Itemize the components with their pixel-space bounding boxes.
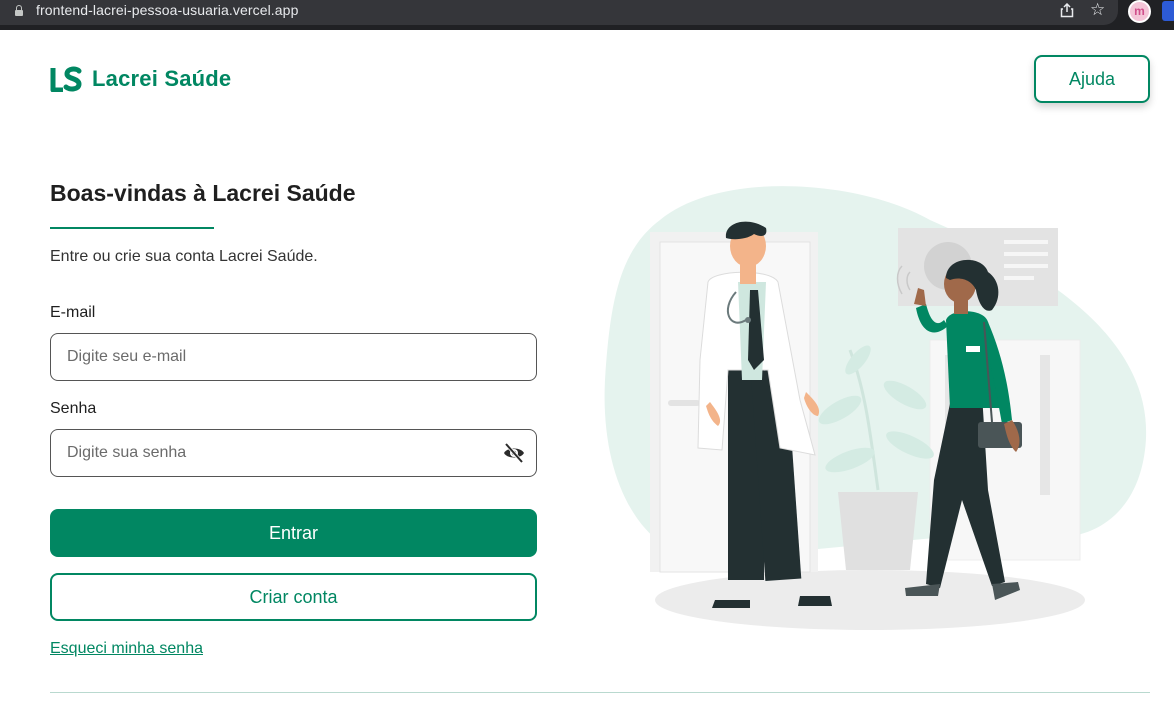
brand-logo[interactable]: Lacrei Saúde — [50, 66, 231, 92]
create-account-button[interactable]: Criar conta — [50, 573, 537, 621]
password-label: Senha — [50, 400, 97, 417]
browser-toolbar: frontend-lacrei-pessoa-usuaria.vercel.ap… — [0, 0, 1174, 30]
forgot-password-link[interactable]: Esqueci minha senha — [50, 640, 203, 658]
email-label: E-mail — [50, 304, 96, 321]
profile-avatar[interactable]: m — [1128, 0, 1151, 23]
eye-off-icon[interactable] — [502, 442, 526, 464]
brand-name: Lacrei Saúde — [92, 66, 232, 91]
share-icon[interactable] — [1060, 3, 1074, 18]
footer-divider — [50, 692, 1150, 693]
doctor-patient-illustration — [604, 186, 1147, 630]
extension-icon[interactable] — [1162, 1, 1174, 21]
help-button[interactable]: Ajuda — [1034, 55, 1150, 103]
page-subtitle: Entre ou crie sua conta Lacrei Saúde. — [50, 248, 318, 265]
lock-icon — [15, 5, 23, 17]
url-text[interactable]: frontend-lacrei-pessoa-usuaria.vercel.ap… — [36, 2, 298, 18]
email-input[interactable] — [67, 334, 497, 380]
star-icon[interactable]: ☆ — [1090, 0, 1105, 20]
page-title: Boas-vindas à Lacrei Saúde — [50, 180, 356, 206]
title-underline — [50, 227, 214, 229]
lacrei-logo-icon — [50, 66, 82, 92]
email-field-box[interactable] — [50, 333, 537, 381]
password-input[interactable] — [67, 430, 497, 476]
login-button[interactable]: Entrar — [50, 509, 537, 557]
password-field-box[interactable] — [50, 429, 537, 477]
address-bar[interactable]: frontend-lacrei-pessoa-usuaria.vercel.ap… — [0, 0, 1118, 25]
